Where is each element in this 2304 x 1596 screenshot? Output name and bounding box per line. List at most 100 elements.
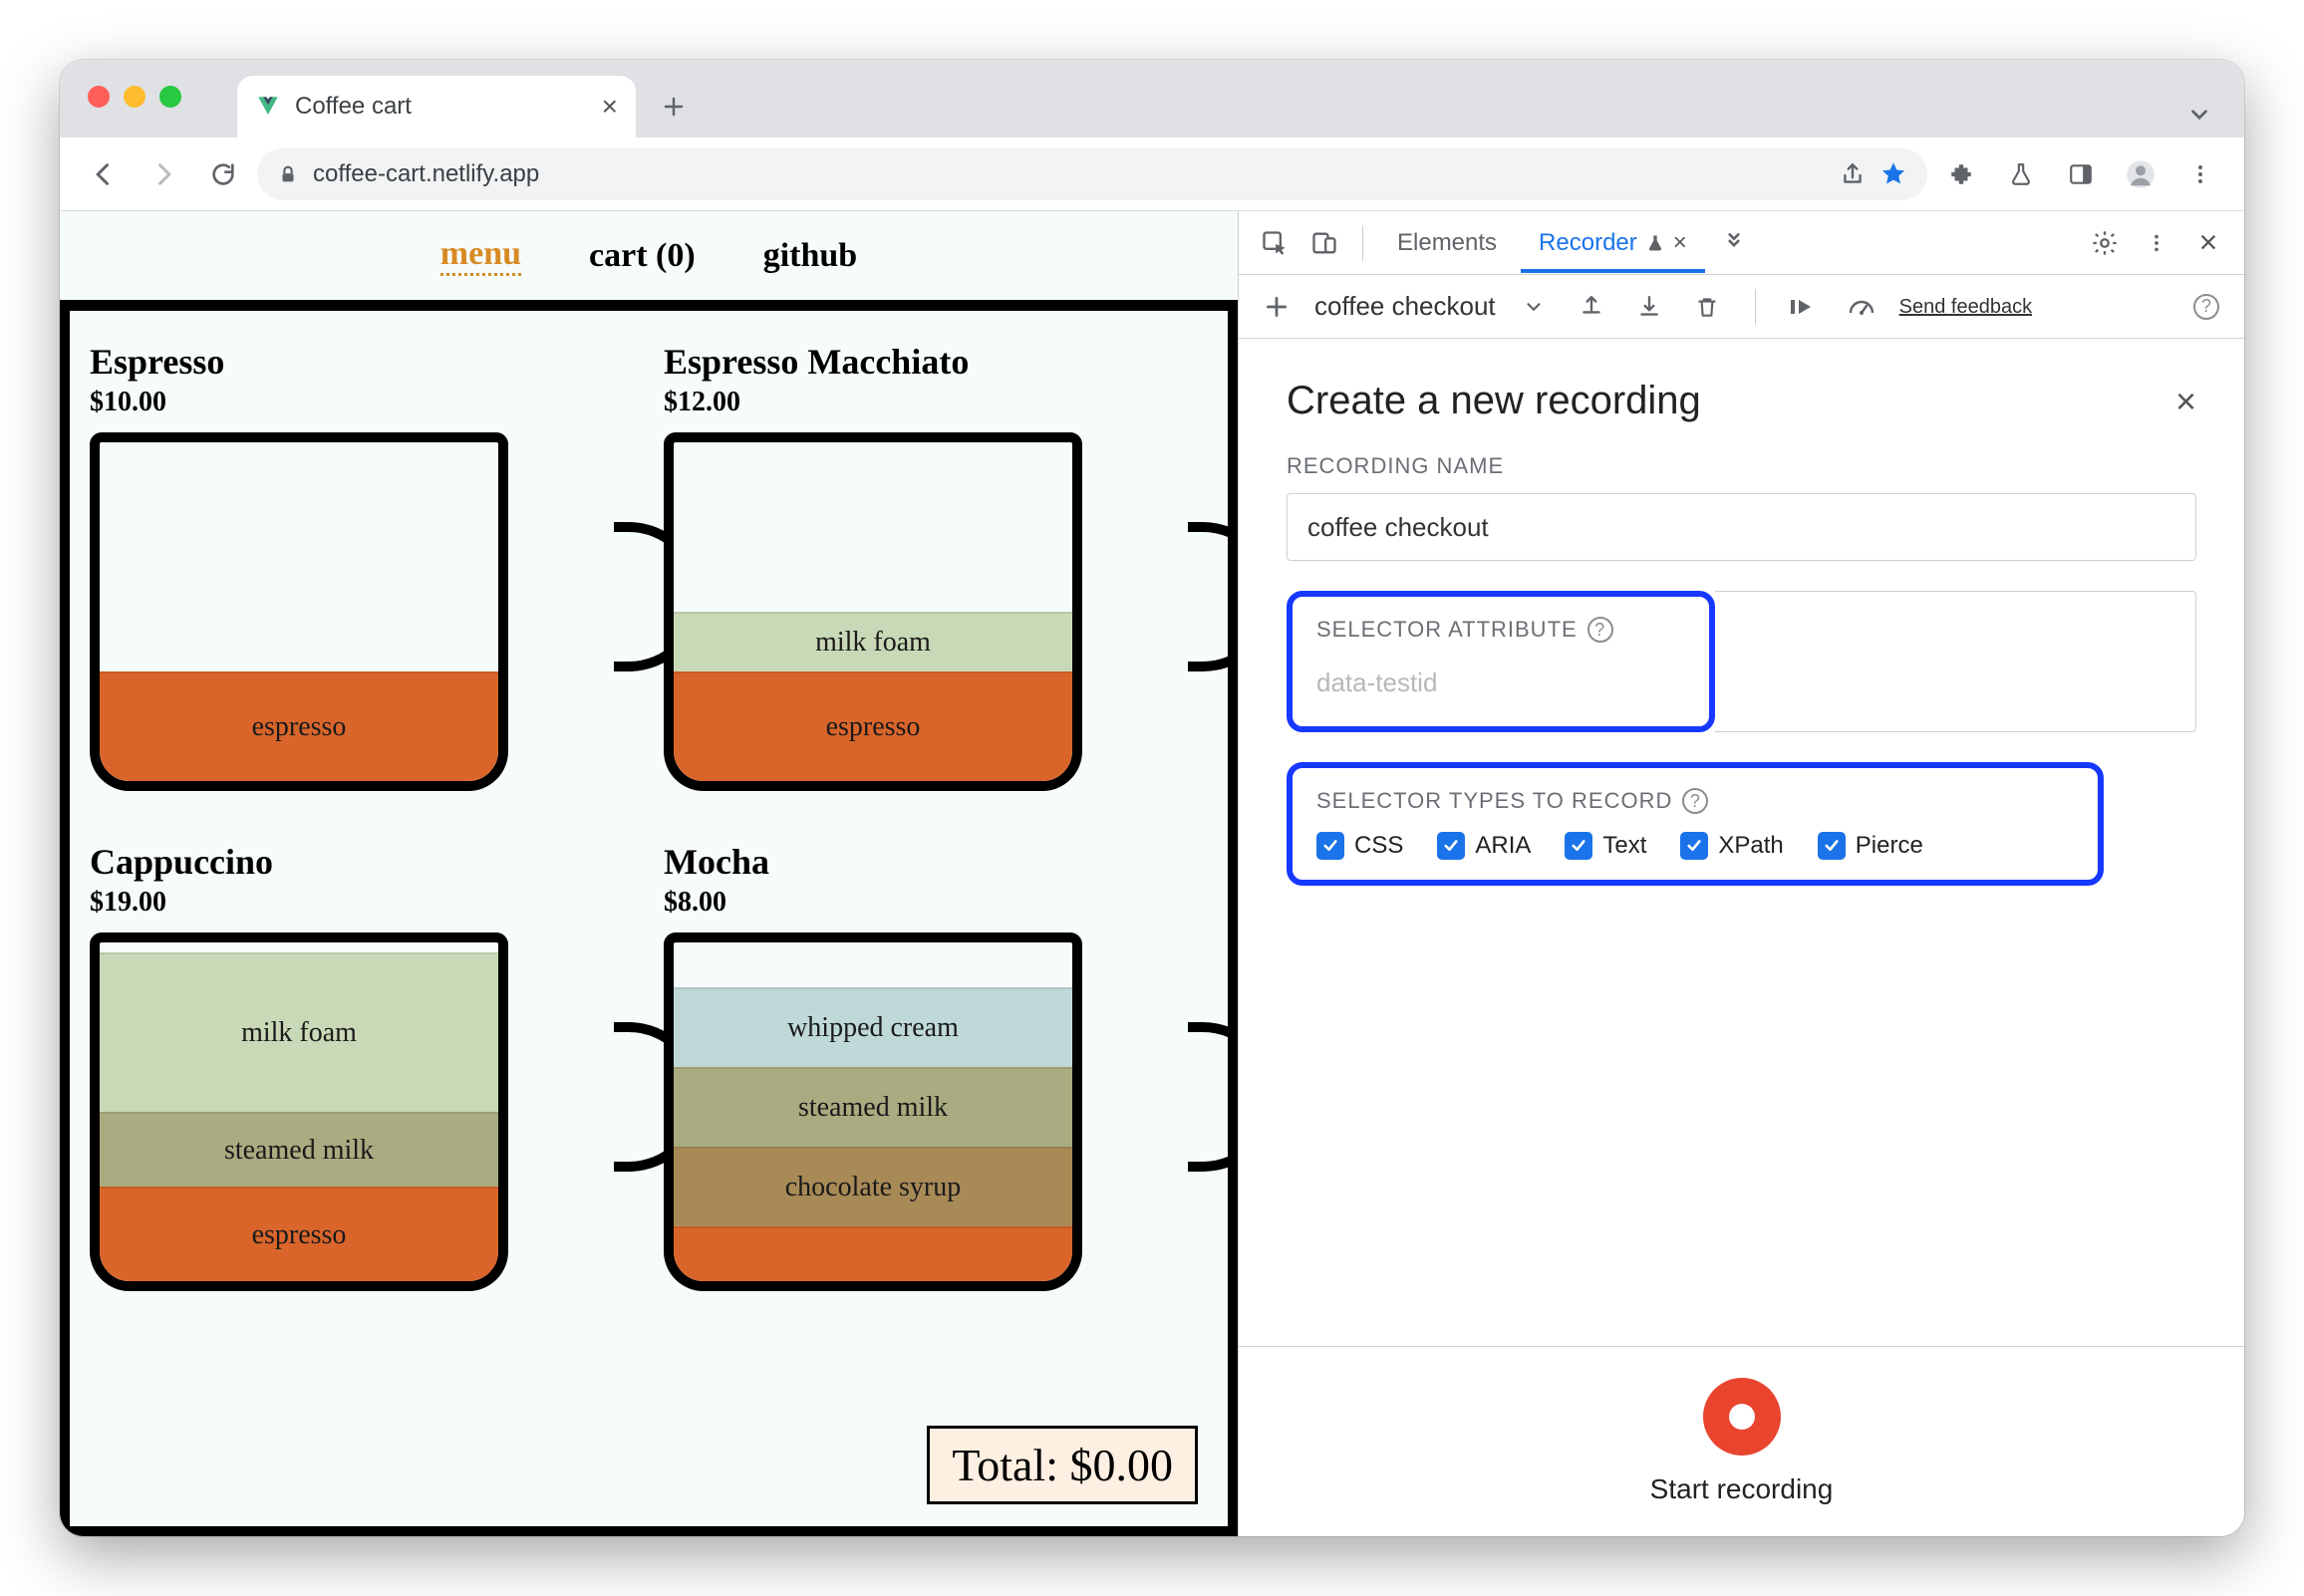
devtools-close-icon[interactable]: × [2186, 221, 2230, 265]
recorder-toolbar: coffee checkout [1239, 275, 2244, 339]
selector-attribute-input[interactable] [1316, 659, 1685, 706]
send-feedback-link[interactable]: Send feedback [1899, 296, 2032, 318]
drink-card[interactable]: Espresso$10.00espresso [90, 341, 634, 791]
help-icon[interactable]: ? [1682, 788, 1708, 814]
window-maximize-icon[interactable] [159, 86, 181, 108]
checkbox-icon [1565, 832, 1592, 860]
address-bar[interactable]: coffee-cart.netlify.app [257, 148, 1927, 200]
drink-title: Cappuccino [90, 841, 634, 883]
back-button[interactable] [78, 148, 130, 200]
devtools-tabstrip: Elements Recorder × × [1239, 211, 2244, 275]
share-icon[interactable] [1840, 161, 1866, 187]
checkbox-label: ARIA [1475, 832, 1531, 860]
drink-price: $8.00 [664, 887, 1208, 919]
recording-name-dropdown[interactable]: coffee checkout [1314, 291, 1496, 322]
replay-icon[interactable] [1784, 287, 1824, 327]
drink-title: Mocha [664, 841, 1208, 883]
cup-layer: milk foam [100, 952, 498, 1112]
recorder-footer: Start recording [1239, 1347, 2244, 1536]
selector-type-text[interactable]: Text [1565, 832, 1646, 860]
device-toolbar-icon[interactable] [1302, 221, 1346, 265]
cup-layer: milk foam [674, 612, 1072, 671]
devtools-panel: Elements Recorder × × [1238, 211, 2244, 1536]
performance-icon[interactable] [1842, 287, 1881, 327]
separator [1362, 225, 1363, 261]
tabs-dropdown-icon[interactable] [2186, 102, 2212, 128]
checkbox-icon [1437, 832, 1465, 860]
drink-card[interactable]: Espresso Macchiato $12.00 milk foamespress… [664, 341, 1208, 791]
cup-handle [1188, 1022, 1238, 1172]
cup-layer [674, 1226, 1072, 1281]
record-icon [1729, 1404, 1755, 1430]
devtools-menu-icon[interactable] [2135, 221, 2178, 265]
window-minimize-icon[interactable] [124, 86, 145, 108]
lock-icon [277, 163, 299, 185]
checkbox-icon [1680, 832, 1708, 860]
help-icon[interactable]: ? [2186, 287, 2226, 327]
selector-attribute-right-input[interactable] [1715, 591, 2196, 732]
coffee-cup[interactable]: milk foamsteamed milkespresso [90, 932, 508, 1291]
inspect-element-icon[interactable] [1253, 221, 1296, 265]
panel-title: Create a new recording [1287, 379, 1701, 423]
cart-total[interactable]: Total: $0.00 [927, 1426, 1198, 1504]
nav-github-link[interactable]: github [763, 237, 858, 275]
drink-title: Espresso Macchiato [664, 341, 1208, 383]
start-recording-button[interactable] [1703, 1378, 1781, 1456]
coffee-cup[interactable]: milk foamespresso [664, 432, 1082, 791]
selector-type-aria[interactable]: ARIA [1437, 832, 1531, 860]
cup-layer: whipped cream [674, 987, 1072, 1067]
help-icon[interactable]: ? [1587, 617, 1613, 643]
browser-window: Coffee cart × coffee-cart.netlify.app [60, 60, 2244, 1536]
coffee-cup[interactable]: espresso [90, 432, 508, 791]
vue-favicon-icon [255, 94, 281, 120]
new-recording-icon[interactable] [1257, 287, 1296, 327]
cup-layer: espresso [100, 671, 498, 781]
drink-price: $10.00 [90, 387, 634, 418]
window-controls [88, 86, 181, 108]
labs-icon[interactable] [1995, 148, 2047, 200]
tab-close-icon[interactable]: × [602, 91, 618, 123]
checkbox-label: XPath [1718, 832, 1783, 860]
drink-price: $12.00 [664, 387, 1208, 418]
webpage: menu cart (0) github Espresso$10.00espre… [60, 211, 1238, 1536]
tab-close-icon[interactable]: × [1673, 229, 1687, 257]
bookmark-star-icon[interactable] [1879, 160, 1907, 188]
recording-dropdown-chevron-icon[interactable] [1514, 287, 1554, 327]
create-recording-panel: Create a new recording × RECORDING NAME … [1239, 339, 2244, 1347]
panel-close-icon[interactable]: × [2175, 381, 2196, 422]
browser-tab[interactable]: Coffee cart × [237, 76, 636, 137]
reload-button[interactable] [197, 148, 249, 200]
nav-menu-link[interactable]: menu [440, 235, 521, 276]
tab-elements[interactable]: Elements [1379, 213, 1515, 273]
selector-types-label: SELECTOR TYPES TO RECORD ? [1316, 788, 2074, 814]
coffee-cup[interactable]: whipped creamsteamed milkchocolate syrup [664, 932, 1082, 1291]
chrome-menu-icon[interactable] [2174, 148, 2226, 200]
separator [1755, 289, 1756, 325]
tab-recorder[interactable]: Recorder × [1521, 213, 1705, 273]
selector-types-section: SELECTOR TYPES TO RECORD ? CSS ARIA Text XP… [1287, 762, 2104, 886]
selector-attribute-label: SELECTOR ATTRIBUTE ? [1316, 617, 1685, 643]
selector-type-xpath[interactable]: XPath [1680, 832, 1783, 860]
devtools-settings-icon[interactable] [2083, 221, 2127, 265]
window-close-icon[interactable] [88, 86, 110, 108]
export-icon[interactable] [1572, 287, 1611, 327]
selector-type-css[interactable]: CSS [1316, 832, 1403, 860]
page-body: Espresso$10.00espressoEspresso Macchiato… [60, 301, 1238, 1536]
sidepanel-icon[interactable] [2055, 148, 2107, 200]
selector-type-pierce[interactable]: Pierce [1818, 832, 1923, 860]
recording-name-input[interactable] [1287, 493, 2196, 561]
checkbox-label: Pierce [1856, 832, 1923, 860]
drinks-grid: Espresso$10.00espressoEspresso Macchiato… [90, 341, 1208, 1291]
new-tab-button[interactable] [646, 79, 702, 134]
extensions-icon[interactable] [1935, 148, 1987, 200]
profile-icon[interactable] [2115, 148, 2166, 200]
nav-cart-link[interactable]: cart (0) [589, 237, 696, 275]
checkbox-label: CSS [1354, 832, 1403, 860]
import-icon[interactable] [1629, 287, 1669, 327]
url-text: coffee-cart.netlify.app [313, 160, 1826, 188]
drink-card[interactable]: Cappuccino$19.00milk foamsteamed milkesp… [90, 841, 634, 1291]
delete-icon[interactable] [1687, 287, 1727, 327]
drink-card[interactable]: Mocha $8.00 whipped creamsteamed milkchoco… [664, 841, 1208, 1291]
more-tabs-icon[interactable] [1711, 230, 1757, 256]
forward-button[interactable] [138, 148, 189, 200]
